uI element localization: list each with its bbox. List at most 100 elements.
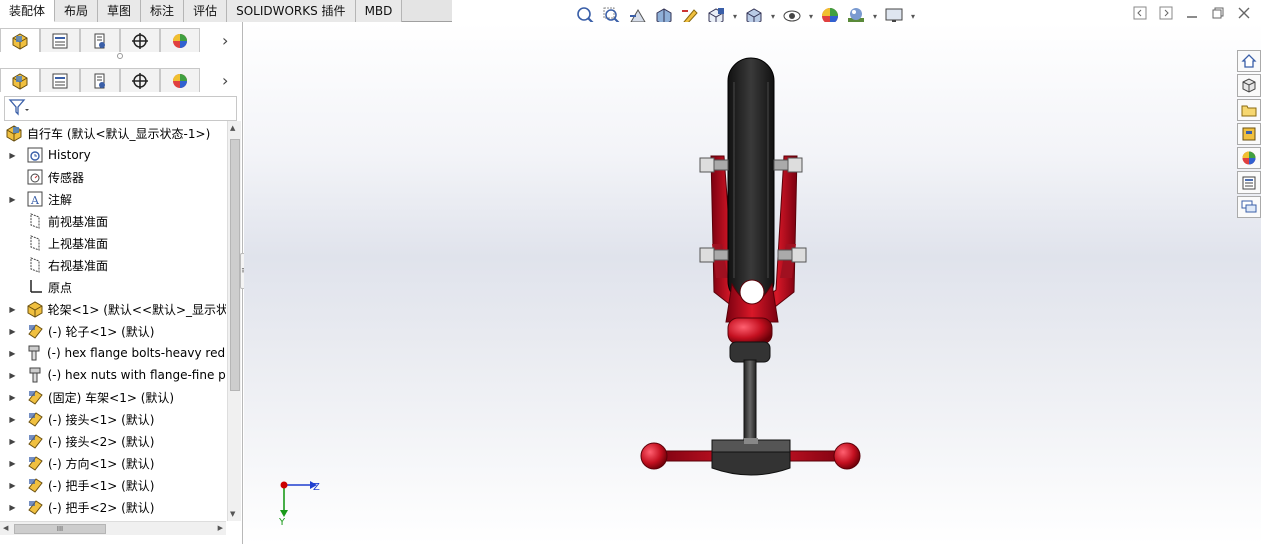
minimize-icon[interactable] [1185,6,1199,20]
display-manager-tab[interactable] [160,28,200,52]
expand-arrow-icon[interactable]: ▶ [8,349,17,358]
tree-item[interactable]: 前视基准面 [0,210,226,232]
tree-item[interactable]: ▶ A 注解 [0,188,226,210]
tree-item[interactable]: ▶ 轮架<1> (默认<<默认>_显示状 [0,298,226,320]
scroll-up-icon[interactable]: ▲ [230,124,235,132]
graphics-area[interactable]: Z Y [244,22,1261,544]
chat-icon [1241,200,1257,213]
tree-vertical-scrollbar[interactable]: ▲ ▼ [227,121,241,521]
forum-tab[interactable] [1237,195,1261,218]
stem[interactable] [743,359,757,443]
scrollbar-thumb[interactable]: III [14,524,106,534]
tree-item[interactable]: 传感器 [0,166,226,188]
appearances-tab[interactable] [1237,147,1261,170]
plane-icon [25,255,45,275]
configuration-manager-tab[interactable] [80,68,120,92]
feature-manager-tab[interactable] [0,68,40,92]
tree-item[interactable]: ▶ (-) 把手<2> (默认) [0,496,226,518]
tree-item[interactable]: ▶ (-) hex flange bolts-heavy redu [0,342,226,364]
splitter-dot[interactable] [117,53,123,59]
tab-mbd[interactable]: MBD [355,0,403,22]
tree-item[interactable]: 右视基准面 [0,254,226,276]
expand-arrow-icon[interactable]: ▶ [8,481,17,490]
custom-properties-tab[interactable] [1237,171,1261,194]
scrollbar-thumb[interactable] [230,139,240,391]
dimxpert-manager-tab[interactable] [120,28,160,52]
tree-item-label: 前视基准面 [48,214,109,229]
expand-arrow-icon[interactable]: ▶ [8,393,17,402]
expand-arrow-icon[interactable]: ▶ [8,371,17,380]
chevron-right-icon[interactable]: › [222,31,228,50]
task-pane [1237,50,1261,218]
tree-item[interactable]: ▶ (固定) 车架<1> (默认) [0,386,226,408]
folder-icon [1241,105,1257,117]
tab-sketch[interactable]: 草图 [98,0,142,22]
home-icon [1241,54,1257,68]
handlebar[interactable] [640,438,861,476]
solidworks-resources-tab[interactable] [1237,50,1261,73]
chevron-down-icon[interactable]: ▾ [871,12,879,21]
chevron-down-icon[interactable]: ▾ [807,12,815,21]
tree-item[interactable]: 原点 [0,276,226,298]
tree-item[interactable]: ▶ History [0,144,226,166]
design-library-tab[interactable] [1237,74,1261,97]
expand-arrow-icon[interactable]: ▶ [8,503,17,512]
model-view[interactable]: Z Y [244,22,1261,544]
tree-horizontal-scrollbar[interactable]: ◀ III ▶ [0,521,226,535]
collapse-right-icon[interactable] [1159,6,1173,20]
tree-item-label: 上视基准面 [48,236,109,251]
part-icon [25,453,45,473]
chevron-right-icon[interactable]: › [222,71,228,90]
part-icon [25,475,45,495]
restore-icon[interactable] [1211,6,1225,20]
configuration-manager-tab[interactable] [80,28,120,52]
tab-assembly[interactable]: 装配体 [0,0,56,22]
expand-arrow-icon[interactable]: ▶ [8,437,17,446]
tree-item-label: (-) 把手<2> (默认) [48,500,155,515]
tree-item-label: 传感器 [48,170,85,185]
tree-item[interactable]: 上视基准面 [0,232,226,254]
tree-root[interactable]: 自行车 (默认<默认_显示状态-1>) [0,122,226,144]
expand-arrow-icon[interactable]: ▶ [8,327,17,336]
fork-crown[interactable] [725,279,779,363]
expand-arrow-icon[interactable]: ▶ [8,305,17,314]
scroll-down-icon[interactable]: ▼ [230,510,235,518]
tree-item-label: (-) 接头<2> (默认) [48,434,155,449]
property-manager-tab[interactable] [40,68,80,92]
bolt-icon [25,365,45,385]
display-manager-tab[interactable] [160,68,200,92]
view-palette-tab[interactable] [1237,122,1261,146]
file-explorer-tab[interactable] [1237,98,1261,121]
tree-item[interactable]: ▶ (-) 接头<1> (默认) [0,408,226,430]
scroll-left-icon[interactable]: ◀ [3,524,8,532]
property-manager-tab[interactable] [40,28,80,52]
feature-manager-tab[interactable] [0,28,40,52]
tab-layout[interactable]: 布局 [55,0,99,22]
expand-arrow-icon[interactable]: ▶ [8,195,17,204]
tree-item[interactable]: ▶ (-) 把手<1> (默认) [0,474,226,496]
expand-arrow-icon[interactable]: ▶ [8,415,17,424]
tree-item[interactable]: ▶ (-) 方向<1> (默认) [0,452,226,474]
collapse-left-icon[interactable] [1133,6,1147,20]
part-icon [25,431,45,451]
tab-evaluate[interactable]: 评估 [184,0,228,22]
tree-filter[interactable] [4,96,237,121]
expand-arrow-icon[interactable]: ▶ [8,459,17,468]
scroll-right-icon[interactable]: ▶ [218,524,223,532]
tab-markup[interactable]: 标注 [141,0,185,22]
close-icon[interactable] [1237,6,1251,20]
subassembly-icon [25,299,45,319]
chevron-down-icon[interactable]: ▾ [909,12,917,21]
z-axis-label: Z [313,482,320,493]
tree-item-label: (-) hex nuts with flange-fine pi [47,368,227,382]
dimxpert-manager-tab[interactable] [120,68,160,92]
tree-item[interactable]: ▶ (-) hex nuts with flange-fine pi [0,364,226,386]
tree-item[interactable]: ▶ (-) 接头<2> (默认) [0,430,226,452]
tree-item[interactable]: ▶ (-) 轮子<1> (默认) [0,320,226,342]
expand-arrow-icon[interactable]: ▶ [8,151,17,160]
chevron-down-icon[interactable]: ▾ [731,12,739,21]
tab-addins[interactable]: SOLIDWORKS 插件 [227,0,356,22]
chevron-down-icon[interactable]: ▾ [769,12,777,21]
wheel[interactable] [727,57,775,305]
filter-icon[interactable] [8,98,30,119]
